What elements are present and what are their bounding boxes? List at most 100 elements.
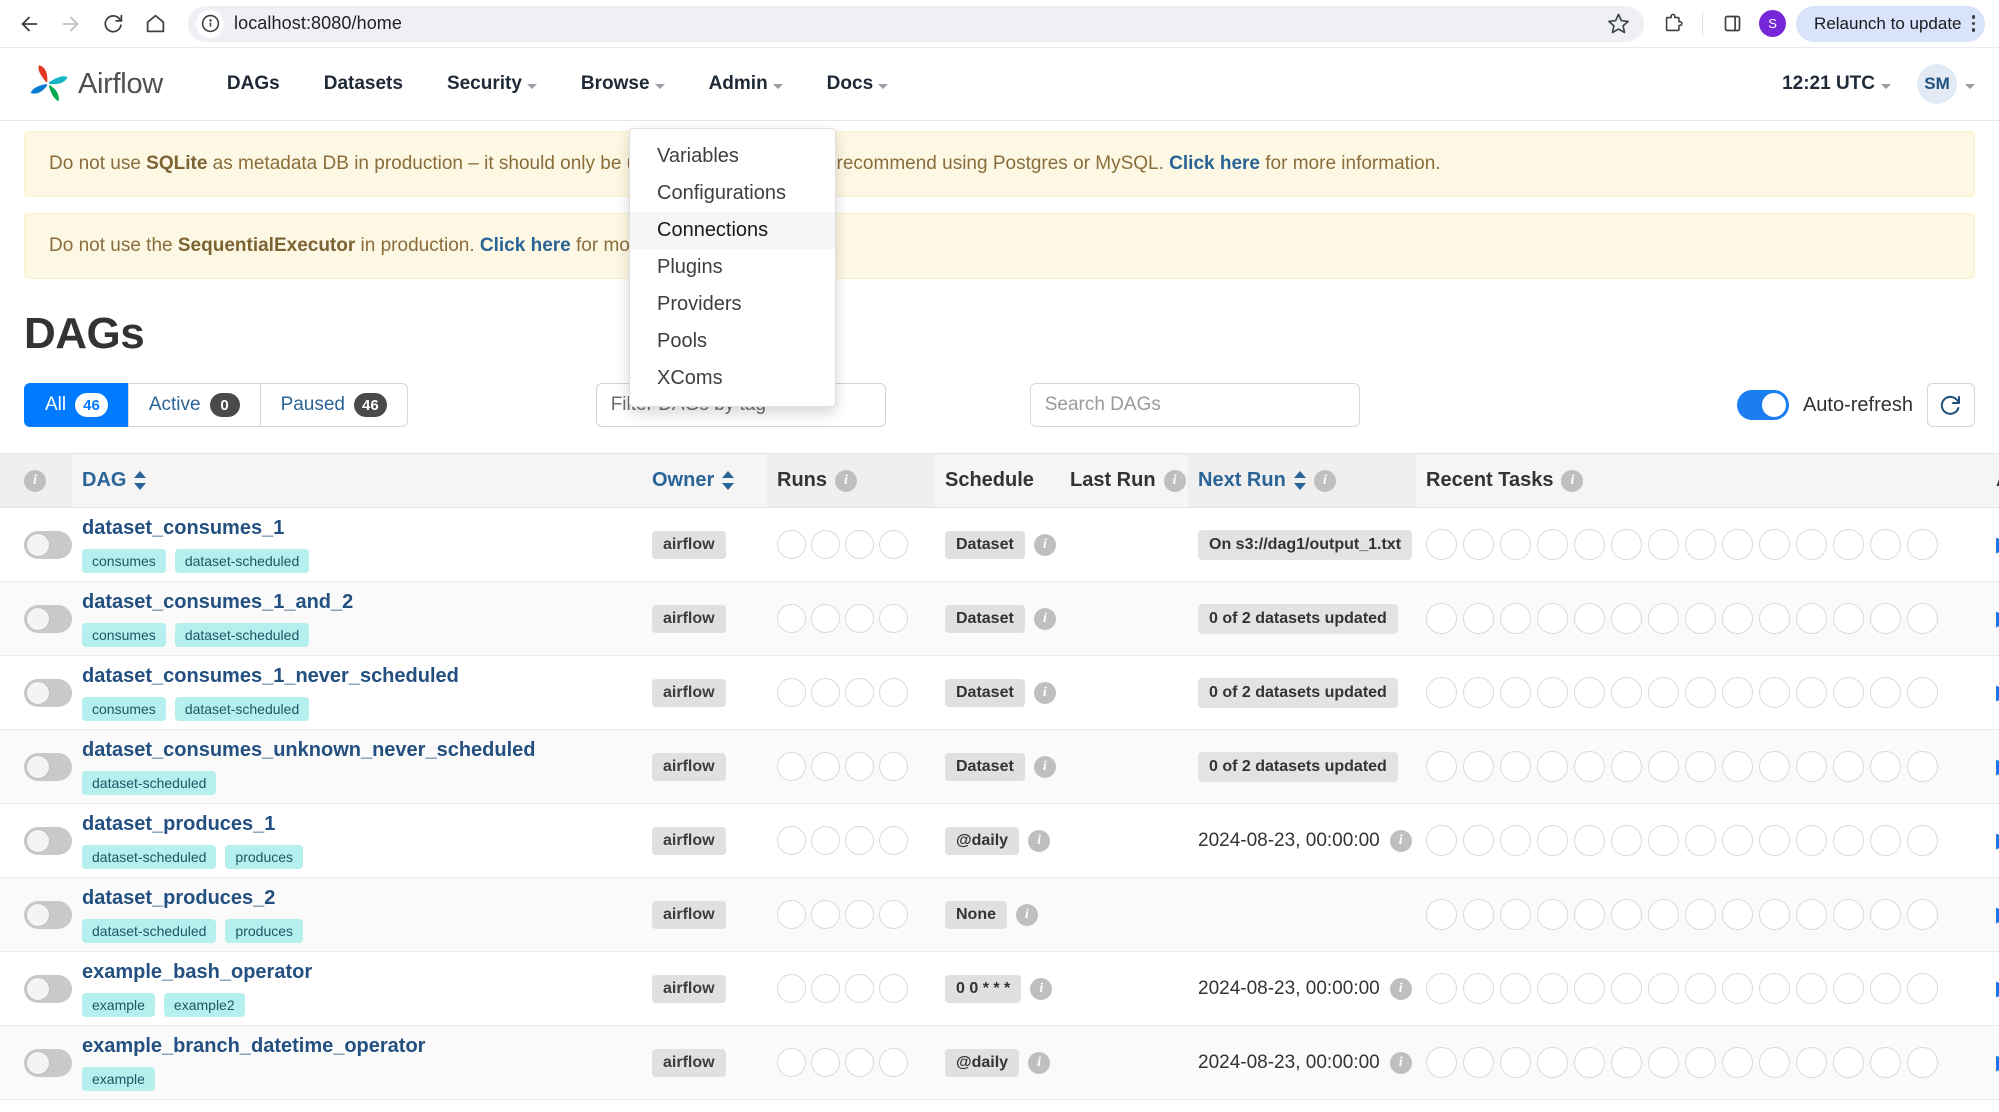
run-circle[interactable] xyxy=(1907,677,1938,708)
run-circle[interactable] xyxy=(777,604,806,633)
run-circle[interactable] xyxy=(845,752,874,781)
run-circle[interactable] xyxy=(1833,973,1864,1004)
dag-link[interactable]: dataset_consumes_1_and_2 xyxy=(82,591,632,614)
run-circle[interactable] xyxy=(1685,973,1716,1004)
dag-pause-toggle[interactable] xyxy=(24,1048,72,1077)
run-circle[interactable] xyxy=(1833,529,1864,560)
auto-refresh-toggle[interactable] xyxy=(1736,390,1789,420)
dag-tag[interactable]: produces xyxy=(225,844,304,869)
dag-tag[interactable]: dataset-scheduled xyxy=(174,548,310,573)
admin-menu-item-plugins[interactable]: Plugins xyxy=(630,249,835,286)
run-circle[interactable] xyxy=(1574,751,1605,782)
nav-item-browse[interactable]: Browse xyxy=(559,48,687,121)
dag-link[interactable]: dataset_produces_2 xyxy=(82,887,632,910)
run-circle[interactable] xyxy=(845,1048,874,1077)
info-icon[interactable]: i xyxy=(1033,755,1056,778)
run-circle[interactable] xyxy=(1907,529,1938,560)
run-circle[interactable] xyxy=(1537,677,1568,708)
run-circle[interactable] xyxy=(1870,899,1901,930)
run-circle[interactable] xyxy=(1833,1047,1864,1078)
owner-badge[interactable]: airflow xyxy=(652,900,726,929)
owner-badge[interactable]: airflow xyxy=(652,974,726,1003)
run-circle[interactable] xyxy=(1685,825,1716,856)
run-circle[interactable] xyxy=(811,826,840,855)
filter-tab-active[interactable]: Active 0 xyxy=(127,383,260,427)
schedule-badge[interactable]: Dataset xyxy=(945,678,1025,707)
schedule-badge[interactable]: @daily xyxy=(945,1048,1020,1077)
dag-link[interactable]: dataset_produces_1 xyxy=(82,813,632,836)
info-icon[interactable]: i xyxy=(1028,1051,1051,1074)
run-circle[interactable] xyxy=(1870,973,1901,1004)
run-circle[interactable] xyxy=(879,604,908,633)
forward-arrow-icon[interactable] xyxy=(52,5,90,43)
run-circle[interactable] xyxy=(1833,825,1864,856)
dag-tag[interactable]: dataset-scheduled xyxy=(82,844,217,869)
run-circle[interactable] xyxy=(1574,1047,1605,1078)
run-circle[interactable] xyxy=(1907,899,1938,930)
run-circle[interactable] xyxy=(1463,677,1494,708)
admin-menu-item-connections[interactable]: Connections xyxy=(630,212,835,249)
run-circle[interactable] xyxy=(1685,677,1716,708)
run-circle[interactable] xyxy=(777,1048,806,1077)
side-panel-icon[interactable] xyxy=(1715,7,1749,41)
run-circle[interactable] xyxy=(1722,603,1753,634)
run-circle[interactable] xyxy=(845,604,874,633)
run-circle[interactable] xyxy=(1796,529,1827,560)
run-circle[interactable] xyxy=(1648,529,1679,560)
nav-item-dags[interactable]: DAGs xyxy=(205,48,302,121)
run-circle[interactable] xyxy=(1574,973,1605,1004)
run-circle[interactable] xyxy=(1463,825,1494,856)
run-circle[interactable] xyxy=(1833,751,1864,782)
run-circle[interactable] xyxy=(1574,603,1605,634)
run-circle[interactable] xyxy=(1759,603,1790,634)
run-circle[interactable] xyxy=(1500,603,1531,634)
dag-pause-toggle[interactable] xyxy=(24,752,72,781)
th-next-run[interactable]: Next Run i xyxy=(1188,453,1416,508)
run-circle[interactable] xyxy=(1648,1047,1679,1078)
dag-link[interactable]: dataset_consumes_unknown_never_scheduled xyxy=(82,739,632,762)
run-circle[interactable] xyxy=(1426,603,1457,634)
dag-tag[interactable]: dataset-scheduled xyxy=(174,696,310,721)
schedule-badge[interactable]: None xyxy=(945,900,1007,929)
run-circle[interactable] xyxy=(1796,603,1827,634)
run-circle[interactable] xyxy=(1500,973,1531,1004)
run-circle[interactable] xyxy=(1426,973,1457,1004)
run-circle[interactable] xyxy=(1870,1047,1901,1078)
info-icon[interactable]: i xyxy=(1033,533,1056,556)
run-circle[interactable] xyxy=(1426,1047,1457,1078)
run-circle[interactable] xyxy=(811,1048,840,1077)
info-icon[interactable]: i xyxy=(1030,977,1053,1000)
run-circle[interactable] xyxy=(1463,1047,1494,1078)
run-circle[interactable] xyxy=(1426,899,1457,930)
run-circle[interactable] xyxy=(811,900,840,929)
alert-link[interactable]: Click here xyxy=(1169,153,1260,174)
th-owner[interactable]: Owner xyxy=(642,453,767,508)
run-circle[interactable] xyxy=(1500,529,1531,560)
profile-avatar[interactable]: S xyxy=(1759,10,1787,37)
run-circle[interactable] xyxy=(1722,529,1753,560)
run-circle[interactable] xyxy=(1537,899,1568,930)
run-circle[interactable] xyxy=(879,1048,908,1077)
run-circle[interactable] xyxy=(1611,973,1642,1004)
nav-item-security[interactable]: Security xyxy=(425,48,559,121)
run-circle[interactable] xyxy=(1833,603,1864,634)
owner-badge[interactable]: airflow xyxy=(652,1048,726,1077)
run-circle[interactable] xyxy=(1648,751,1679,782)
owner-badge[interactable]: airflow xyxy=(652,752,726,781)
utc-clock[interactable]: 12:21 UTC xyxy=(1782,73,1891,95)
run-circle[interactable] xyxy=(1611,677,1642,708)
dag-tag[interactable]: produces xyxy=(225,918,304,943)
run-circle[interactable] xyxy=(811,974,840,1003)
dag-pause-toggle[interactable] xyxy=(24,826,72,855)
run-circle[interactable] xyxy=(1907,751,1938,782)
th-dag[interactable]: DAG xyxy=(72,453,642,508)
schedule-badge[interactable]: Dataset xyxy=(945,530,1025,559)
alert-link[interactable]: Click here xyxy=(480,235,571,256)
admin-menu-item-pools[interactable]: Pools xyxy=(630,323,835,360)
run-circle[interactable] xyxy=(1648,677,1679,708)
reload-icon[interactable] xyxy=(94,5,132,43)
nav-item-datasets[interactable]: Datasets xyxy=(302,48,425,121)
filter-tab-paused[interactable]: Paused 46 xyxy=(259,383,408,427)
run-circle[interactable] xyxy=(777,678,806,707)
run-circle[interactable] xyxy=(1796,973,1827,1004)
